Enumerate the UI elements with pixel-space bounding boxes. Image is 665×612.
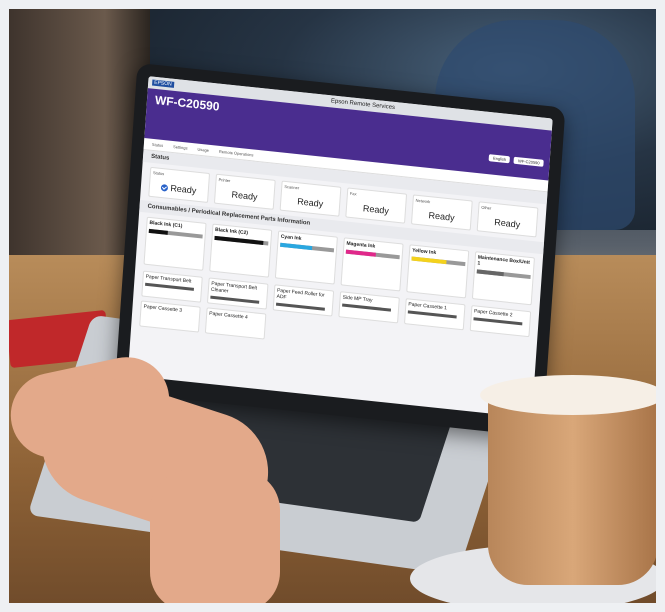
nav-status[interactable]: Status — [152, 142, 164, 148]
laptop-screen: EPSON Epson Remote Services WF-C20590 En… — [127, 76, 553, 418]
ink-level-bar — [411, 256, 447, 265]
other-card: Other Ready — [476, 201, 539, 238]
part-card: Paper Cassette 2 — [469, 305, 532, 338]
part-card: Paper Cassette 1 — [403, 298, 466, 331]
check-icon — [161, 184, 169, 192]
scanner-card: Scanner Ready — [279, 180, 342, 217]
language-select[interactable]: English — [488, 154, 511, 164]
part-card: Paper Transport Belt Cleaner — [206, 277, 269, 310]
fax-card: Fax Ready — [345, 187, 408, 224]
photo-scene: EPSON Epson Remote Services WF-C20590 En… — [0, 0, 665, 612]
forearm — [150, 470, 280, 612]
printer-value: Ready — [231, 189, 258, 203]
nav-remote-operations[interactable]: Remote Operations — [219, 149, 254, 158]
brand-logo: EPSON — [152, 79, 174, 88]
part-card: Side MP Tray — [338, 291, 400, 324]
network-card: Network Ready — [410, 194, 473, 231]
printer-card: Printer Ready — [213, 173, 276, 210]
nav-settings[interactable]: Settings — [173, 144, 188, 150]
ink-level-bar — [476, 269, 504, 277]
nav-usage[interactable]: Usage — [197, 147, 209, 153]
fax-card-label: Fax — [349, 190, 357, 197]
fax-value: Ready — [362, 203, 390, 216]
ink-level-bar — [148, 228, 168, 235]
part-card: Paper Cassette 3 — [139, 300, 201, 333]
scanner-value: Ready — [296, 196, 324, 210]
ink-card: Magenta Ink — [340, 237, 404, 292]
other-value: Ready — [493, 217, 521, 230]
coffee-cup — [488, 385, 658, 585]
laptop-lid: EPSON Epson Remote Services WF-C20590 En… — [114, 62, 566, 438]
ink-card: Maintenance Box/Unit 1 — [471, 251, 535, 306]
ink-card: Black Ink (C1) — [143, 216, 207, 271]
coffee-foam — [480, 375, 665, 415]
status-value: Ready — [150, 181, 208, 197]
ink-card: Black Ink (C2) — [209, 223, 273, 278]
ink-card: Yellow Ink — [406, 244, 470, 299]
status-card: Status Ready — [148, 166, 211, 203]
device-select[interactable]: WF-C20590 — [513, 156, 544, 167]
printer-card-label: Printer — [218, 176, 231, 184]
part-card: Paper Cassette 4 — [204, 307, 267, 340]
scanner-card-label: Scanner — [284, 183, 300, 191]
status-card-label: Status — [152, 170, 165, 177]
ink-level-bar — [345, 249, 376, 257]
part-card: Paper Transport Belt — [141, 270, 203, 303]
ink-card: Cyan Ink — [274, 230, 338, 285]
network-value: Ready — [428, 210, 455, 223]
other-card-label: Other — [481, 204, 492, 211]
header-controls: English WF-C20590 — [488, 154, 544, 167]
ink-level-bar — [280, 242, 313, 251]
part-card: Paper Feed Roller for ADF — [272, 284, 335, 317]
network-card-label: Network — [415, 197, 431, 205]
